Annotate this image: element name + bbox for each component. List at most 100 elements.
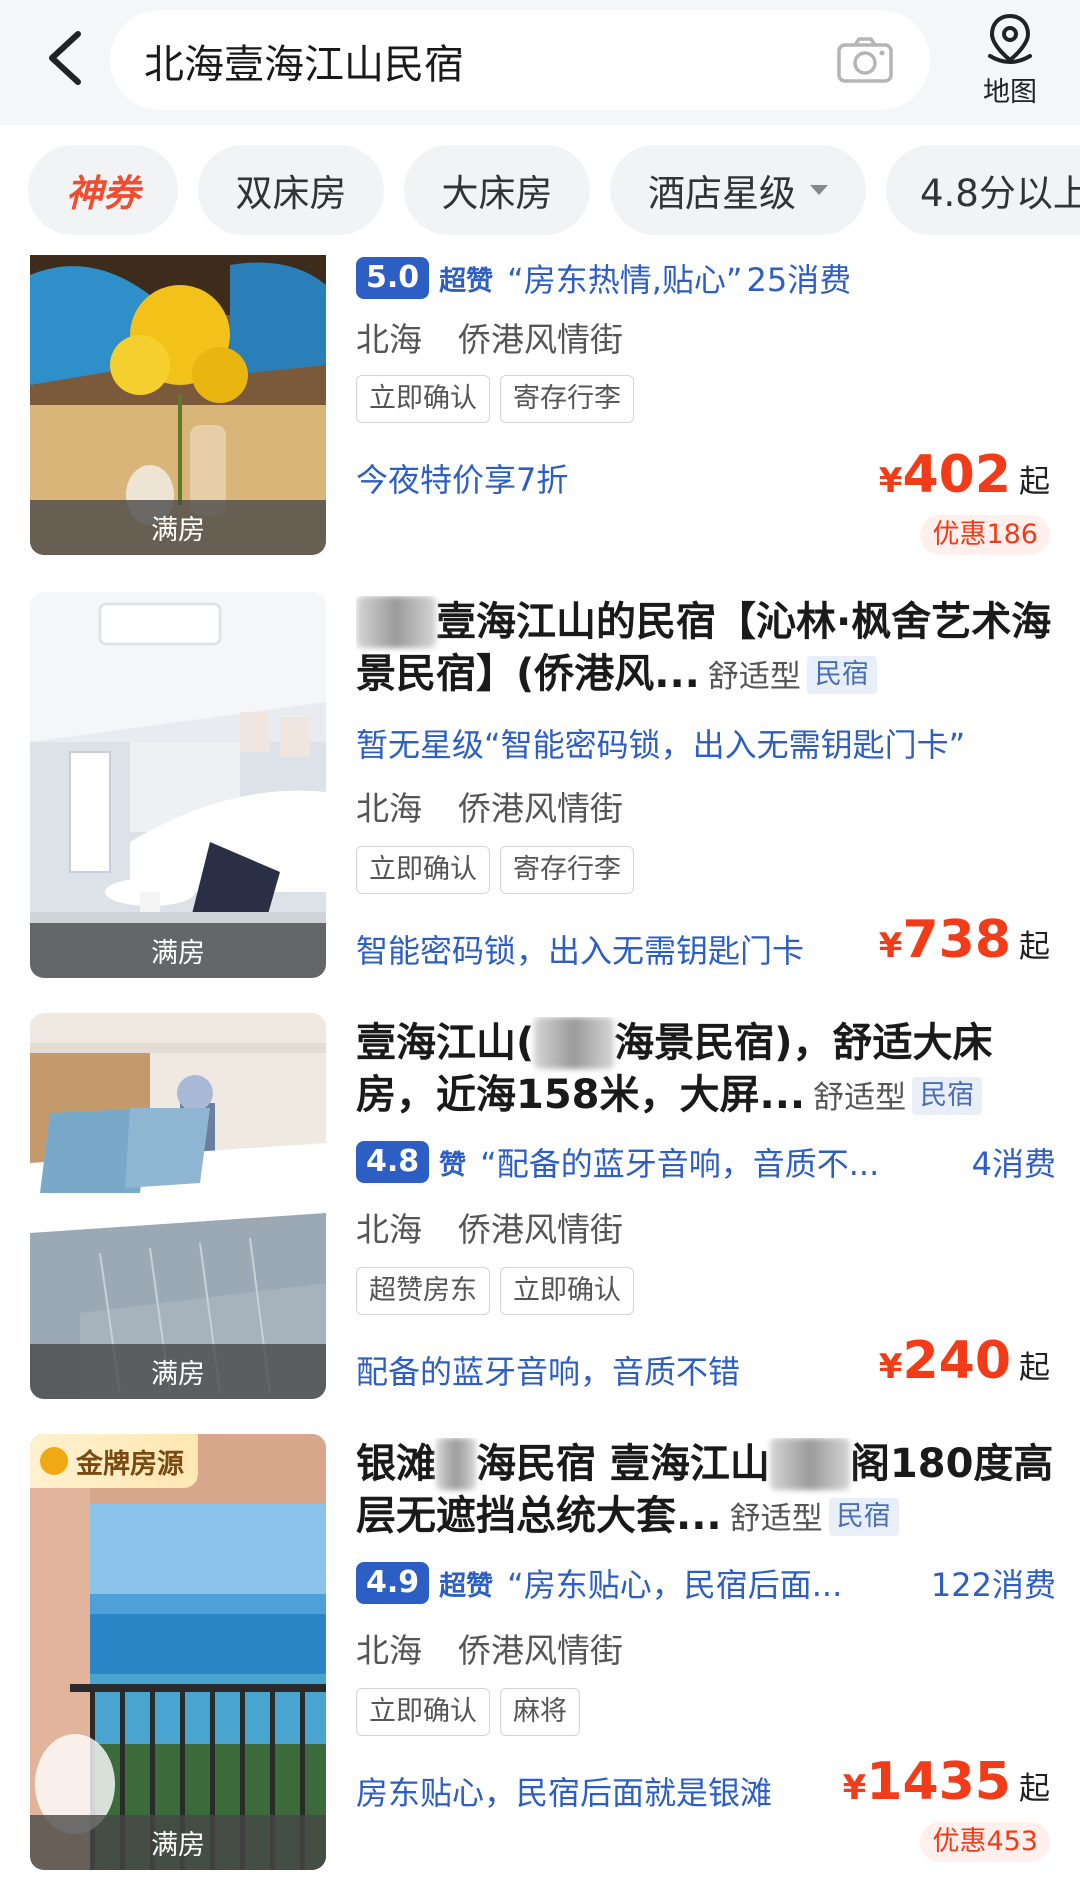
listing-title[interactable]: 壹海江山(和居海景民宿)，舒适大床房，近海158米，大屏...舒适型民宿 — [356, 1017, 1056, 1121]
promo-text: 房东贴心，民宿后面就是银滩 — [356, 1774, 773, 1812]
feature-tag: 立即确认 — [356, 1688, 490, 1736]
filter-bar: 神券 双床房 大床房 酒店星级 4.8分以上 — [0, 125, 1080, 255]
filter-rating[interactable]: 4.8分以上 — [886, 145, 1080, 235]
search-query[interactable]: 北海壹海江山民宿 — [144, 32, 464, 90]
promo-text: 今夜特价享7折 — [356, 461, 569, 499]
discount-badge: 优惠453 — [920, 1822, 1050, 1862]
location-street: 侨港风情街 — [458, 1210, 623, 1249]
category-tag: 民宿 — [912, 1077, 983, 1115]
listing-card[interactable]: 满房 壹海江山(和居海景民宿)，舒适大床房，近海158米，大屏...舒适型民宿 … — [0, 1013, 1080, 1403]
coin-icon — [40, 1447, 68, 1475]
price: ¥402 起 — [879, 445, 1050, 505]
listing-type: 舒适型 — [813, 1080, 907, 1116]
star-and-quote[interactable]: 暂无星级“智能密码锁，出入无需钥匙门卡” — [356, 720, 1056, 766]
listing-type: 舒适型 — [707, 659, 801, 695]
location: 北海 侨港风情街 — [356, 1624, 623, 1672]
feature-tags: 超赞房东 立即确认 — [356, 1267, 634, 1315]
listing-title[interactable]: 银滩海海民宿 壹海江山观海阁180度高层无遮挡总统大套...舒适型民宿 — [356, 1438, 1056, 1542]
listing-card[interactable]: 金牌房源 满房 银滩海海民宿 壹海江山观海阁180度高层无遮挡总统大套...舒适… — [0, 1434, 1080, 1874]
rating-score: 5.0 — [356, 257, 430, 299]
listing-photo-image — [30, 1434, 326, 1870]
price-value: 1435 — [866, 1752, 1011, 1812]
back-arrow-icon[interactable] — [40, 26, 90, 90]
review-count: 122消费 — [930, 1566, 1056, 1604]
star-quote-text: 暂无星级“智能密码锁，出入无需钥匙门卡” — [356, 726, 966, 764]
price: ¥1435 起 — [843, 1752, 1050, 1812]
review-count: 4消费 — [971, 1145, 1056, 1183]
listing-title-prefix: 壹海江山( — [356, 1020, 535, 1066]
discount-badge: 优惠186 — [920, 515, 1050, 555]
price-suffix: 起 — [1019, 464, 1050, 500]
location: 北海 侨港风情街 — [356, 782, 623, 830]
currency-symbol: ¥ — [878, 1347, 903, 1387]
location: 北海 侨港风情街 — [356, 313, 623, 361]
sold-out-badge: 满房 — [30, 500, 326, 555]
review-quote: “房东热情,贴心” — [507, 261, 743, 299]
redacted-text: 和居 — [356, 596, 436, 648]
location-street: 侨港风情街 — [458, 789, 623, 828]
feature-tag: 寄存行李 — [500, 846, 634, 894]
location-street: 侨港风情街 — [458, 1631, 623, 1670]
price-suffix: 起 — [1019, 929, 1050, 965]
promo-text: 智能密码锁，出入无需钥匙门卡 — [356, 932, 805, 970]
price-suffix: 起 — [1019, 1771, 1050, 1807]
price-value: 240 — [902, 1331, 1011, 1391]
feature-tag: 超赞房东 — [356, 1267, 490, 1315]
review-summary[interactable]: 4.9 超赞 “房东贴心，民宿后面... 122消费 — [356, 1560, 1056, 1606]
price-value: 738 — [902, 910, 1011, 970]
listing-photo[interactable]: 满房 — [30, 1013, 326, 1399]
rating-word: 超赞 — [439, 1570, 494, 1602]
listing-title-prefix: 银滩 — [356, 1441, 436, 1487]
filter-double-room[interactable]: 大床房 — [404, 145, 590, 235]
top-bar: 北海壹海江山民宿 地图 — [0, 0, 1080, 125]
rating-word: 超赞 — [439, 265, 494, 297]
location-area: 北海 — [356, 1210, 422, 1249]
review-summary[interactable]: 5.0 超赞 “房东热情,贴心” 25消费 — [356, 255, 1056, 301]
category-tag: 民宿 — [828, 1498, 899, 1536]
redacted-text: 海 — [436, 1438, 476, 1490]
listing-type: 舒适型 — [729, 1501, 823, 1537]
rating-score: 4.8 — [356, 1141, 430, 1183]
review-count: 25消费 — [746, 261, 852, 299]
gold-badge-label: 金牌房源 — [76, 1448, 184, 1480]
feature-tags: 立即确认 寄存行李 — [356, 846, 634, 894]
listing-card[interactable]: 满房 和居壹海江山的民宿【沁林·枫舍艺术海景民宿】(侨港风...舒适型民宿 暂无… — [0, 592, 1080, 982]
feature-tags: 立即确认 麻将 — [356, 1688, 580, 1736]
category-tag: 民宿 — [806, 656, 877, 694]
listing-title-mid: 海民宿 壹海江山 — [476, 1441, 770, 1487]
currency-symbol: ¥ — [842, 1768, 867, 1808]
review-summary[interactable]: 4.8 赞 “配备的蓝牙音响，音质不... 4消费 — [356, 1139, 1056, 1185]
price-value: 402 — [902, 445, 1011, 505]
sold-out-badge: 满房 — [30, 1344, 326, 1399]
location-area: 北海 — [356, 1631, 422, 1670]
search-input[interactable]: 北海壹海江山民宿 — [110, 10, 930, 110]
filter-coupon[interactable]: 神券 — [28, 145, 178, 235]
redacted-text: 观海 — [769, 1438, 850, 1490]
location-area: 北海 — [356, 320, 422, 359]
listing-photo[interactable]: 满房 — [30, 592, 326, 978]
camera-icon[interactable] — [836, 36, 894, 84]
price: ¥738 起 — [879, 910, 1050, 970]
listing-photo[interactable]: 满房 — [30, 255, 326, 555]
promo-text: 配备的蓝牙音响，音质不错 — [356, 1353, 741, 1391]
feature-tag: 立即确认 — [356, 846, 490, 894]
map-button[interactable]: 地图 — [960, 12, 1060, 112]
rating-score: 4.9 — [356, 1562, 430, 1604]
feature-tag: 麻将 — [500, 1688, 580, 1736]
map-pin-icon — [988, 13, 1032, 64]
location: 北海 侨港风情街 — [356, 1203, 623, 1251]
feature-tag: 立即确认 — [500, 1267, 634, 1315]
sold-out-badge: 满房 — [30, 1815, 326, 1870]
filter-hotel-star-label: 酒店星级 — [648, 172, 796, 215]
review-quote: “房东贴心，民宿后面... — [507, 1566, 843, 1604]
listing-title[interactable]: 和居壹海江山的民宿【沁林·枫舍艺术海景民宿】(侨港风...舒适型民宿 — [356, 596, 1056, 700]
rating-word: 赞 — [439, 1149, 467, 1181]
filter-twin-room[interactable]: 双床房 — [198, 145, 384, 235]
currency-symbol: ¥ — [878, 461, 903, 501]
listing-title-text: 壹海江山的民宿【沁林·枫舍艺术海景民宿】(侨港风... — [356, 599, 1052, 697]
review-quote: “配备的蓝牙音响，音质不... — [480, 1145, 880, 1183]
feature-tag: 寄存行李 — [500, 375, 634, 423]
filter-hotel-star[interactable]: 酒店星级 — [610, 145, 866, 235]
listing-card[interactable]: 满房 5.0 超赞 “房东热情,贴心” 25消费 北海 侨港风情街 立即确认 寄存… — [0, 255, 1080, 565]
listing-photo[interactable]: 金牌房源 满房 — [30, 1434, 326, 1870]
